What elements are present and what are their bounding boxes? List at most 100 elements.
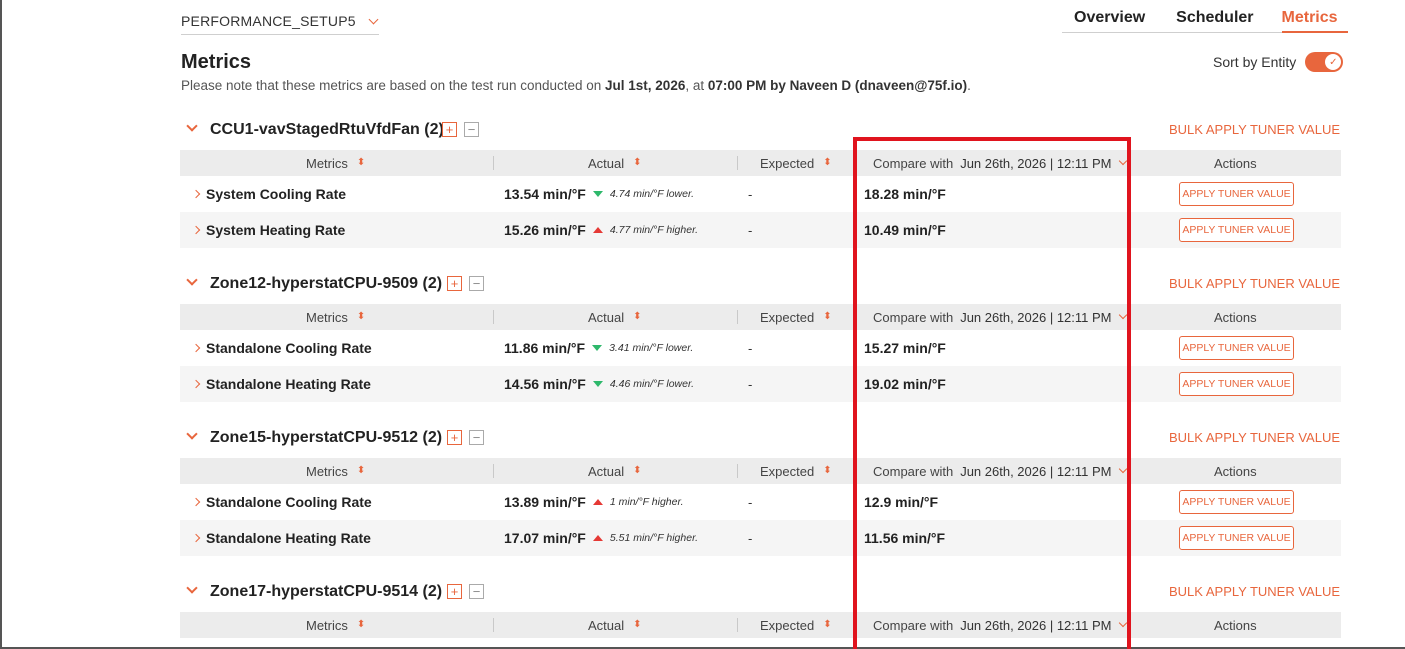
group-name: CCU1-vavStagedRtuVfdFan (2) bbox=[210, 121, 444, 138]
sort-by-entity-toggle[interactable]: ✓ bbox=[1305, 52, 1344, 72]
actual-diff: 4.77 min/°F higher. bbox=[609, 224, 699, 236]
row-expand[interactable] bbox=[191, 484, 201, 520]
header-compare-with[interactable]: Compare with Jun 26th, 2026 | 12:11 PM bbox=[873, 150, 1127, 176]
bulk-apply-tuner-value-button[interactable]: BULK APPLY TUNER VALUE bbox=[1169, 430, 1340, 445]
header-compare-with[interactable]: Compare with Jun 26th, 2026 | 12:11 PM bbox=[873, 458, 1127, 484]
apply-tuner-value-button[interactable]: APPLY TUNER VALUE bbox=[1179, 526, 1294, 550]
group-controls: + − bbox=[447, 276, 484, 291]
header-compare-label: Compare with bbox=[873, 155, 954, 171]
sort-by-entity-label: Sort by Entity bbox=[1213, 54, 1297, 70]
window-border-left bbox=[0, 0, 2, 649]
test-run-note: Please note that these metrics are based… bbox=[181, 78, 971, 93]
sort-icon: ⬍ bbox=[356, 619, 366, 630]
actual-cell: 17.07 min/°F 5.51 min/°F higher. bbox=[504, 520, 698, 556]
note-user: Naveen D (dnaveen@75f.io) bbox=[789, 78, 968, 93]
header-compare-with[interactable]: Compare with Jun 26th, 2026 | 12:11 PM bbox=[873, 612, 1127, 638]
header-actual[interactable]: Actual ⬍ bbox=[588, 304, 642, 330]
header-compare-label: Compare with bbox=[873, 617, 954, 633]
compare-value: 15.27 min/°F bbox=[864, 340, 946, 356]
header-expected[interactable]: Expected ⬍ bbox=[760, 458, 832, 484]
apply-tuner-value-button[interactable]: APPLY TUNER VALUE bbox=[1179, 336, 1294, 360]
metric-group: CCU1-vavStagedRtuVfdFan (2) + − BULK APPLY … bbox=[180, 120, 1341, 248]
header-metrics[interactable]: Metrics ⬍ bbox=[306, 458, 365, 484]
sort-icon: ⬍ bbox=[633, 619, 642, 630]
actual-cell: 13.54 min/°F 4.74 min/°F lower. bbox=[504, 176, 694, 212]
actual-value: 15.26 min/°F bbox=[504, 222, 586, 238]
chevron-down-icon[interactable] bbox=[186, 582, 198, 594]
header-expected[interactable]: Expected ⬍ bbox=[760, 304, 832, 330]
row-expand[interactable] bbox=[191, 366, 201, 402]
header-metrics[interactable]: Metrics ⬍ bbox=[306, 150, 365, 176]
header-compare-with[interactable]: Compare with Jun 26th, 2026 | 12:11 PM bbox=[873, 304, 1127, 330]
row-expand[interactable] bbox=[191, 212, 201, 248]
header-actual[interactable]: Actual ⬍ bbox=[588, 458, 642, 484]
header-actions: Actions bbox=[1214, 155, 1257, 171]
compare-date: Jun 26th, 2026 | 12:11 PM bbox=[960, 155, 1112, 171]
chevron-down-icon[interactable] bbox=[186, 428, 198, 440]
header-expected-label: Expected bbox=[760, 463, 815, 479]
bulk-apply-tuner-value-button[interactable]: BULK APPLY TUNER VALUE bbox=[1169, 122, 1340, 137]
actual-value: 14.56 min/°F bbox=[504, 376, 586, 392]
header-expected[interactable]: Expected ⬍ bbox=[760, 612, 832, 638]
tab-scheduler[interactable]: Scheduler bbox=[1176, 4, 1253, 32]
group-header: Zone17-hyperstatCPU-9514 (2) + − BULK APPLY… bbox=[180, 582, 1341, 604]
check-icon: ✓ bbox=[1325, 54, 1342, 70]
apply-tuner-value-button[interactable]: APPLY TUNER VALUE bbox=[1179, 218, 1294, 242]
collapse-all-button[interactable]: − bbox=[464, 122, 479, 137]
group-controls: + − bbox=[447, 584, 484, 599]
sort-icon: ⬍ bbox=[633, 157, 642, 168]
expand-all-button[interactable]: + bbox=[447, 584, 462, 599]
note-suffix: . bbox=[967, 78, 971, 93]
group-name: Zone17-hyperstatCPU-9514 (2) bbox=[210, 583, 443, 600]
header-metrics[interactable]: Metrics ⬍ bbox=[306, 612, 365, 638]
bulk-apply-tuner-value-button[interactable]: BULK APPLY TUNER VALUE bbox=[1169, 584, 1340, 599]
header-actual-label: Actual bbox=[588, 309, 625, 325]
header-actual[interactable]: Actual ⬍ bbox=[588, 612, 642, 638]
compare-date: Jun 26th, 2026 | 12:11 PM bbox=[960, 463, 1112, 479]
table-header: Metrics ⬍ Actual ⬍ Expected ⬍ Compare with Jun … bbox=[180, 304, 1341, 330]
chevron-down-icon[interactable] bbox=[186, 274, 198, 286]
row-expand[interactable] bbox=[191, 520, 201, 556]
tab-metrics[interactable]: Metrics bbox=[1281, 4, 1348, 33]
expected-value: - bbox=[748, 186, 753, 202]
expected-value: - bbox=[748, 376, 753, 392]
tab-overview[interactable]: Overview bbox=[1074, 4, 1145, 32]
note-prefix: Please note that these metrics are based… bbox=[181, 78, 606, 93]
apply-tuner-value-button[interactable]: APPLY TUNER VALUE bbox=[1179, 182, 1294, 206]
row-expand[interactable] bbox=[191, 330, 201, 366]
table-row: Standalone Cooling Rate 13.89 min/°F 1 min… bbox=[180, 484, 1341, 520]
sort-icon: ⬍ bbox=[356, 465, 366, 476]
apply-cell: APPLY TUNER VALUE bbox=[1179, 520, 1294, 556]
header-metrics-label: Metrics bbox=[306, 155, 348, 171]
trend-up-icon bbox=[592, 499, 603, 505]
actual-cell: 15.26 min/°F 4.77 min/°F higher. bbox=[504, 212, 698, 248]
collapse-all-button[interactable]: − bbox=[469, 430, 484, 445]
header-expected[interactable]: Expected ⬍ bbox=[760, 150, 832, 176]
row-expand[interactable] bbox=[191, 176, 201, 212]
group-header: CCU1-vavStagedRtuVfdFan (2) + − BULK APPLY … bbox=[180, 120, 1341, 142]
compare-value: 19.02 min/°F bbox=[864, 376, 946, 392]
header-metrics[interactable]: Metrics ⬍ bbox=[306, 304, 365, 330]
metric-name: Standalone Heating Rate bbox=[206, 530, 371, 546]
apply-tuner-value-button[interactable]: APPLY TUNER VALUE bbox=[1179, 490, 1294, 514]
collapse-all-button[interactable]: − bbox=[469, 584, 484, 599]
chevron-down-icon[interactable] bbox=[186, 120, 198, 132]
apply-tuner-value-button[interactable]: APPLY TUNER VALUE bbox=[1179, 372, 1294, 396]
table-header: Metrics ⬍ Actual ⬍ Expected ⬍ Compare with Jun … bbox=[180, 458, 1341, 484]
bulk-apply-tuner-value-button[interactable]: BULK APPLY TUNER VALUE bbox=[1169, 276, 1340, 291]
expand-all-button[interactable]: + bbox=[447, 276, 462, 291]
apply-cell: APPLY TUNER VALUE bbox=[1179, 176, 1294, 212]
expand-all-button[interactable]: + bbox=[442, 122, 457, 137]
apply-cell: APPLY TUNER VALUE bbox=[1179, 330, 1294, 366]
column-divider bbox=[737, 156, 738, 170]
actual-diff: 1 min/°F higher. bbox=[609, 496, 684, 508]
header-actual[interactable]: Actual ⬍ bbox=[588, 150, 642, 176]
setup-dropdown[interactable]: PERFORMANCE_SETUP5 bbox=[181, 8, 379, 35]
compare-date: Jun 26th, 2026 | 12:11 PM bbox=[960, 617, 1112, 633]
sort-by-entity: Sort by Entity ✓ bbox=[1213, 52, 1344, 72]
collapse-all-button[interactable]: − bbox=[469, 276, 484, 291]
trend-up-icon bbox=[592, 227, 603, 233]
expand-all-button[interactable]: + bbox=[447, 430, 462, 445]
compare-value: 10.49 min/°F bbox=[864, 222, 946, 238]
expected-value: - bbox=[748, 494, 753, 510]
